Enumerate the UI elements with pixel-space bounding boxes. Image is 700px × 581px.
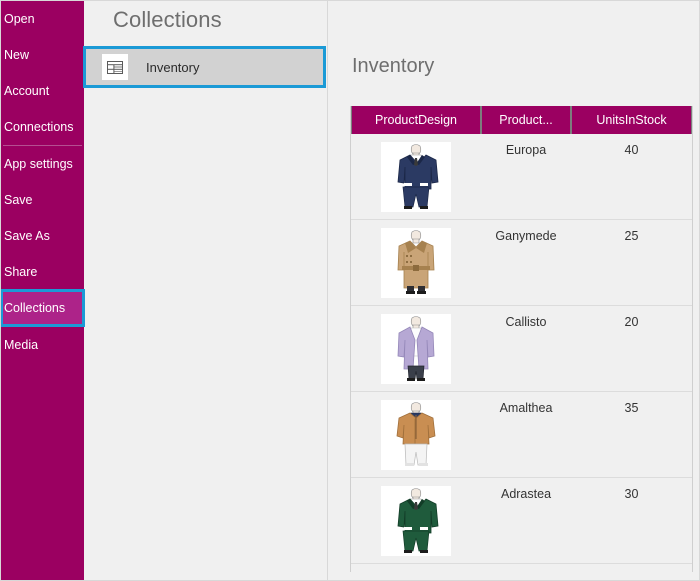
nav-item-connections[interactable]: Connections — [1, 109, 84, 145]
cell-product-name: Adrastea — [481, 478, 571, 564]
cell-product-design — [351, 306, 481, 392]
cell-units-in-stock: 40 — [571, 134, 692, 220]
tan-trench-coat-thumbnail — [381, 228, 451, 298]
nav-item-account[interactable]: Account — [1, 73, 84, 109]
inventory-table: ProductDesignProduct...UnitsInStock Euro… — [350, 106, 693, 572]
product-name-text: Callisto — [506, 315, 547, 329]
backstage-nav: Open New Account Connections App settings Sav… — [1, 1, 84, 580]
product-name-text: Ganymede — [495, 229, 556, 243]
nav-item-label: Collections — [4, 301, 65, 315]
cell-product-design — [351, 478, 481, 564]
cell-units-in-stock: 20 — [571, 306, 692, 392]
page-title: Inventory — [328, 1, 699, 78]
collections-panel: Collections Inventory — [84, 1, 328, 580]
nav-item-media[interactable]: Media — [1, 327, 84, 363]
app-window: Open New Account Connections App settings Sav… — [0, 0, 700, 581]
table-row: Ganymede 25 — [351, 220, 692, 306]
product-name-text: Amalthea — [500, 401, 553, 415]
cell-product-name: Amalthea — [481, 392, 571, 478]
nav-item-open[interactable]: Open — [1, 1, 84, 37]
table-row: Callisto 20 — [351, 306, 692, 392]
nav-item-collections[interactable]: Collections — [1, 290, 84, 326]
table-body: Europa 40 Ganymede 25 Callisto 20 Amalthea 35 Ad… — [351, 134, 692, 572]
nav-item-label: Connections — [4, 120, 74, 134]
collection-item-inventory[interactable]: Inventory — [85, 48, 324, 86]
units-in-stock-text: 35 — [625, 401, 639, 415]
product-name-text: Adrastea — [501, 487, 551, 501]
table-grid-icon — [102, 54, 128, 80]
nav-item-label: Open — [4, 12, 35, 26]
nav-item-label: Account — [4, 84, 49, 98]
units-in-stock-text: 25 — [625, 229, 639, 243]
nav-item-new[interactable]: New — [1, 37, 84, 73]
cell-product-design — [351, 220, 481, 306]
cell-product-design — [351, 392, 481, 478]
tan-leather-jacket-thumbnail — [381, 400, 451, 470]
cell-units-in-stock: 25 — [571, 220, 692, 306]
nav-item-share[interactable]: Share — [1, 254, 84, 290]
navy-tuxedo-thumbnail — [381, 142, 451, 212]
nav-item-label: Media — [4, 338, 38, 352]
column-header-1[interactable]: Product... — [481, 106, 571, 134]
column-header-2[interactable]: UnitsInStock — [571, 106, 692, 134]
lavender-cardigan-thumbnail — [381, 314, 451, 384]
collection-item-label: Inventory — [146, 60, 199, 75]
units-in-stock-text: 20 — [625, 315, 639, 329]
table-row: Adrastea 30 — [351, 478, 692, 564]
nav-item-label: Share — [4, 265, 37, 279]
nav-item-label: Save — [4, 193, 33, 207]
collection-list: Inventory — [84, 48, 327, 86]
nav-item-label: New — [4, 48, 29, 62]
nav-item-label: Save As — [4, 229, 50, 243]
column-header-0[interactable]: ProductDesign — [351, 106, 481, 134]
table-row: Europa 40 — [351, 134, 692, 220]
cell-units-in-stock: 35 — [571, 392, 692, 478]
green-suit-thumbnail — [381, 486, 451, 556]
cell-product-name: Callisto — [481, 306, 571, 392]
units-in-stock-text: 40 — [625, 143, 639, 157]
nav-item-save-as[interactable]: Save As — [1, 218, 84, 254]
table-header-row: ProductDesignProduct...UnitsInStock — [351, 106, 692, 134]
nav-item-app-settings[interactable]: App settings — [1, 146, 84, 182]
nav-item-label: App settings — [4, 157, 73, 171]
units-in-stock-text: 30 — [625, 487, 639, 501]
cell-product-name: Europa — [481, 134, 571, 220]
table-row: Amalthea 35 — [351, 392, 692, 478]
cell-units-in-stock: 30 — [571, 478, 692, 564]
product-name-text: Europa — [506, 143, 546, 157]
nav-item-save[interactable]: Save — [1, 182, 84, 218]
cell-product-design — [351, 134, 481, 220]
cell-product-name: Ganymede — [481, 220, 571, 306]
collection-detail-pane: Inventory ProductDesignProduct...UnitsIn… — [328, 1, 699, 580]
collections-panel-title: Collections — [84, 1, 327, 33]
